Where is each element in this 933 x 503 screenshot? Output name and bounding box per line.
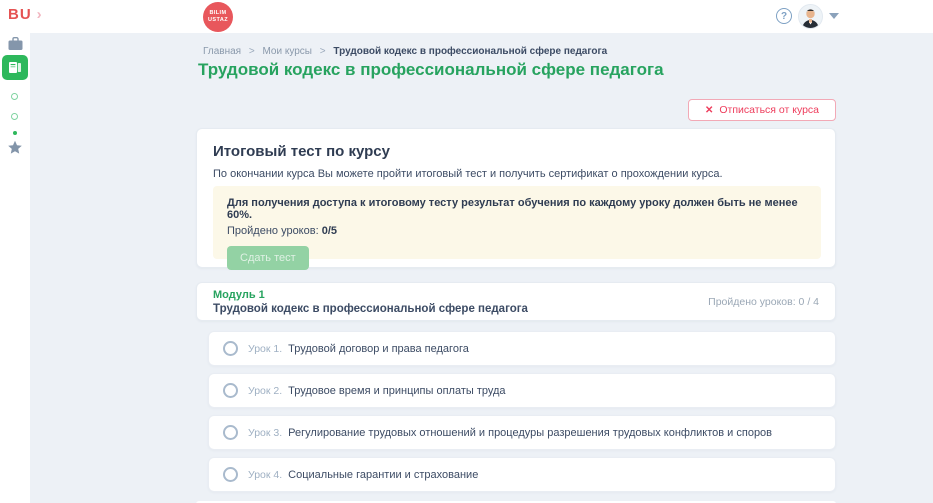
lesson-status-circle-icon: [223, 341, 238, 356]
breadcrumb-my-courses[interactable]: Мои курсы: [262, 46, 312, 57]
star-icon: [8, 140, 22, 154]
progress-label: Пройдено уроков:: [227, 225, 319, 237]
top-bar: BU › BILIM USTAZ ?: [0, 0, 933, 33]
app-root: BU › BILIM USTAZ ? Главная > Мои курсы >…: [0, 0, 933, 503]
lesson-number: Урок 3.: [248, 426, 283, 439]
page-title: Трудовой кодекс в профессиональной сфере…: [198, 60, 664, 79]
sidebar-expand-icon[interactable]: ›: [37, 6, 42, 23]
module-header-card[interactable]: Модуль 1 Трудовой кодекс в профессиональ…: [196, 282, 836, 321]
submit-test-button[interactable]: Сдать тест: [227, 246, 309, 270]
lesson-title: Социальные гарантии и страхование: [288, 468, 479, 481]
brand-text: BU: [8, 6, 32, 23]
lesson-title: Регулирование трудовых отношений и проце…: [288, 426, 773, 439]
avatar-image: [799, 5, 822, 28]
caret-down-icon[interactable]: [829, 13, 839, 19]
module-title: Трудовой кодекс в профессиональной сфере…: [213, 302, 528, 315]
final-test-title: Итоговый тест по курсу: [213, 143, 390, 160]
brand-logo[interactable]: BU ›: [8, 6, 42, 23]
lesson-row-3[interactable]: Урок 3. Регулирование трудовых отношений…: [208, 415, 836, 450]
final-test-description: По окончании курса Вы можете пройти итог…: [213, 168, 723, 180]
sidebar-item-my-courses-active[interactable]: [2, 55, 28, 80]
breadcrumb-current: Трудовой кодекс в профессиональной сфере…: [333, 46, 608, 57]
logo-line1: BILIM: [209, 10, 227, 17]
lesson-row-1[interactable]: Урок 1. Трудовой договор и права педагог…: [208, 331, 836, 366]
lesson-number: Урок 4.: [248, 468, 283, 481]
module-name: Модуль 1: [213, 288, 265, 301]
lesson-row-4[interactable]: Урок 4. Социальные гарантии и страховани…: [208, 457, 836, 492]
sidebar-item-ring-2[interactable]: [11, 113, 18, 120]
sidebar-item-ring-1[interactable]: [11, 93, 18, 100]
help-icon[interactable]: ?: [776, 8, 792, 24]
sidebar-item-favorites[interactable]: [0, 140, 30, 155]
book-courses-icon: [9, 62, 21, 73]
lesson-row-2[interactable]: Урок 2. Трудовое время и принципы оплаты…: [208, 373, 836, 408]
sidebar-item-dot[interactable]: [13, 131, 17, 135]
breadcrumb-home[interactable]: Главная: [203, 46, 241, 57]
bilim-ustaz-logo[interactable]: BILIM USTAZ: [203, 2, 233, 32]
unsubscribe-label: Отписаться от курса: [719, 104, 820, 116]
logo-line2: USTAZ: [208, 17, 228, 23]
sidebar-item-briefcase[interactable]: [0, 37, 30, 51]
avatar[interactable]: [798, 4, 823, 29]
briefcase-icon: [8, 37, 22, 50]
unsubscribe-button[interactable]: ✕ Отписаться от курса: [688, 99, 836, 121]
close-icon: ✕: [704, 104, 714, 116]
final-test-card: Итоговый тест по курсу По окончании курс…: [196, 128, 836, 270]
progress-value: 0/5: [321, 225, 337, 237]
lesson-number: Урок 1.: [248, 342, 283, 355]
notice-progress: Пройдено уроков: 0/5: [227, 225, 807, 237]
module-progress: Пройдено уроков: 0 / 4: [708, 295, 819, 308]
final-test-notice: Для получения доступа к итоговому тесту …: [213, 186, 821, 270]
lesson-title: Трудовой договор и права педагога: [288, 342, 469, 355]
sidebar: [0, 33, 30, 503]
module-info: Модуль 1 Трудовой кодекс в профессиональ…: [213, 289, 528, 315]
breadcrumb-separator: >: [319, 46, 326, 57]
lesson-status-circle-icon: [223, 383, 238, 398]
lesson-status-circle-icon: [223, 467, 238, 482]
lesson-title: Трудовое время и принципы оплаты труда: [288, 384, 506, 397]
lesson-number: Урок 2.: [248, 384, 283, 397]
lesson-status-circle-icon: [223, 425, 238, 440]
notice-requirement: Для получения доступа к итоговому тесту …: [227, 197, 798, 221]
breadcrumb-separator: >: [248, 46, 255, 57]
main-content: Главная > Мои курсы > Трудовой кодекс в …: [30, 33, 933, 503]
breadcrumb: Главная > Мои курсы > Трудовой кодекс в …: [203, 46, 607, 57]
